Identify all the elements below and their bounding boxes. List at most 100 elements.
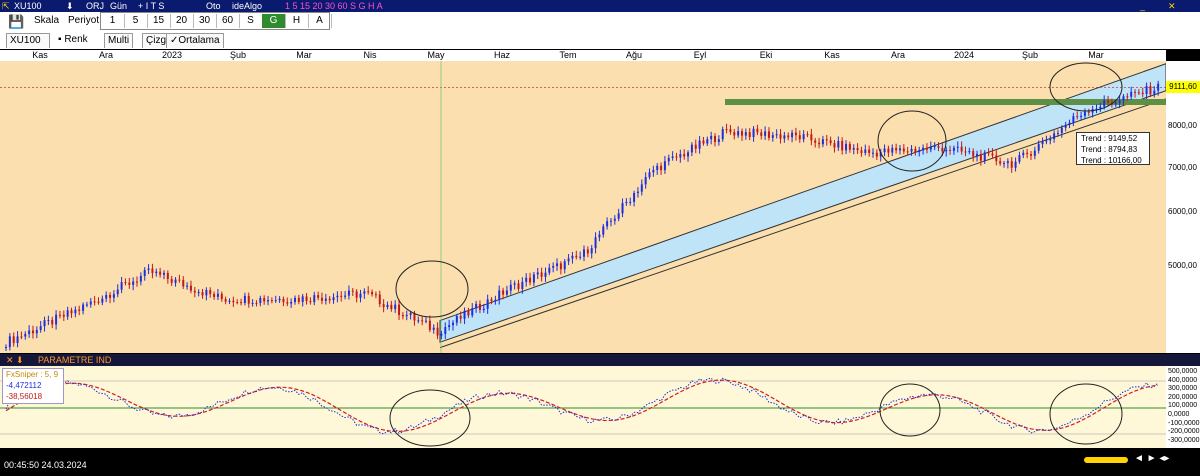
candle-body (1060, 127, 1063, 133)
price-tick: 5000,00 (1168, 261, 1197, 270)
candle-body (1145, 86, 1148, 95)
candle-body (679, 154, 682, 158)
candle-body (872, 152, 874, 154)
period-button-1[interactable]: 1 (101, 14, 125, 28)
candle-body (1099, 106, 1102, 109)
candle-body (405, 314, 408, 317)
candle-body (814, 140, 817, 143)
time-tick: Mar (1088, 50, 1104, 60)
candle-body (868, 149, 871, 153)
scale-label[interactable]: Skala (34, 15, 59, 26)
candle-body (760, 132, 763, 136)
candle-body (255, 302, 258, 304)
candle-body (363, 291, 366, 294)
candle-body (952, 147, 955, 151)
arrow-icon[interactable]: ⇱ (2, 0, 10, 12)
candle-body (297, 297, 300, 302)
candle-body (621, 203, 624, 214)
candle-body (43, 320, 46, 327)
status-bar: 00:45:50 24.03.2024 ◄ ► ◂▸ (0, 449, 1200, 476)
time-tick: May (427, 50, 445, 60)
candle-body (960, 146, 963, 152)
candle-body (556, 263, 559, 267)
candle-body (536, 272, 539, 275)
down-arrow-icon[interactable]: ⬇ (66, 0, 74, 12)
candle-body (475, 303, 478, 309)
candle-body (694, 144, 697, 149)
candle-body (1134, 91, 1137, 93)
close-icon[interactable]: ✕ (1168, 0, 1176, 12)
candle-body (471, 308, 474, 316)
zoom-icons[interactable]: ◄ ► ◂▸ (1134, 453, 1169, 464)
period-button-H[interactable]: H (285, 14, 309, 28)
oto-label[interactable]: Oto (206, 0, 221, 12)
candle-body (663, 161, 666, 171)
price-chart-svg (0, 61, 1167, 353)
indicator-tick: 500,0000 (1168, 368, 1198, 375)
symbol-title[interactable]: XU100 (14, 0, 42, 12)
candle-body (132, 281, 135, 285)
indicator-header-label[interactable]: PARAMETRE IND (38, 354, 111, 366)
candle-body (440, 333, 443, 336)
scroll-thumb[interactable] (1084, 457, 1128, 463)
period-label[interactable]: Gün (110, 0, 127, 12)
candle-body (28, 330, 31, 334)
period-button-S[interactable]: S (239, 14, 263, 28)
tab-symbol[interactable]: XU100 (6, 33, 50, 48)
candle-body (775, 134, 778, 136)
price-chart[interactable] (0, 61, 1167, 353)
period-button-30[interactable]: 30 (193, 14, 217, 28)
candle-body (151, 268, 154, 274)
candle-body (278, 298, 281, 301)
candle-body (1126, 96, 1129, 98)
candle-body (478, 303, 481, 311)
candle-body (70, 310, 73, 314)
candle-body (613, 218, 616, 221)
quick-periods[interactable]: 1 5 15 20 30 60 S G H A (285, 0, 383, 12)
dropdown-icon[interactable]: ✕ ⬇ (6, 354, 24, 366)
candle-body (617, 213, 620, 219)
candle-body (136, 281, 139, 283)
save-icon[interactable]: 💾 (8, 14, 24, 30)
period-button-20[interactable]: 20 (170, 14, 194, 28)
candle-body (282, 298, 285, 303)
flags-label[interactable]: + I T S (138, 0, 164, 12)
time-tick: Ağu (625, 50, 643, 60)
candle-body (105, 294, 108, 299)
candle-body (1137, 92, 1140, 94)
candle-body (1076, 116, 1079, 118)
candle-body (821, 139, 824, 145)
period-button-15[interactable]: 15 (147, 14, 171, 28)
candle-body (548, 267, 551, 273)
orj-label[interactable]: ORJ (86, 0, 104, 12)
candle-body (1130, 91, 1133, 97)
candle-body (968, 151, 971, 153)
candle-body (39, 326, 42, 330)
trend-channel (439, 62, 1167, 343)
candle-body (197, 292, 200, 294)
time-tick: Haz (493, 50, 511, 60)
candle-body (1022, 152, 1025, 156)
period-button-5[interactable]: 5 (124, 14, 148, 28)
candle-body (5, 347, 7, 349)
candle-body (740, 131, 743, 136)
minimize-icon[interactable]: _ (1140, 0, 1145, 12)
indicator-panel[interactable]: FxSniper : 5, 9 -4,472112 -38,56018 (0, 366, 1166, 448)
candle-body (85, 304, 88, 306)
period-button-A[interactable]: A (308, 14, 332, 28)
candle-body (571, 255, 574, 259)
candle-body (1033, 150, 1036, 156)
candle-body (1122, 96, 1125, 101)
candle-body (409, 313, 412, 315)
tab-average[interactable]: ✓Ortalama (166, 33, 224, 48)
indicator-main-line (5, 377, 1159, 435)
candle-body (421, 320, 424, 322)
candle-body (1010, 161, 1013, 168)
period-button-60[interactable]: 60 (216, 14, 240, 28)
candle-body (660, 165, 663, 171)
indicator-tick: -100,0000 (1168, 419, 1200, 427)
color-toggle[interactable]: ▪ Renk (58, 34, 88, 45)
tab-multi[interactable]: Multi (104, 33, 134, 48)
period-button-G[interactable]: G (262, 14, 286, 28)
candle-body (972, 151, 975, 157)
